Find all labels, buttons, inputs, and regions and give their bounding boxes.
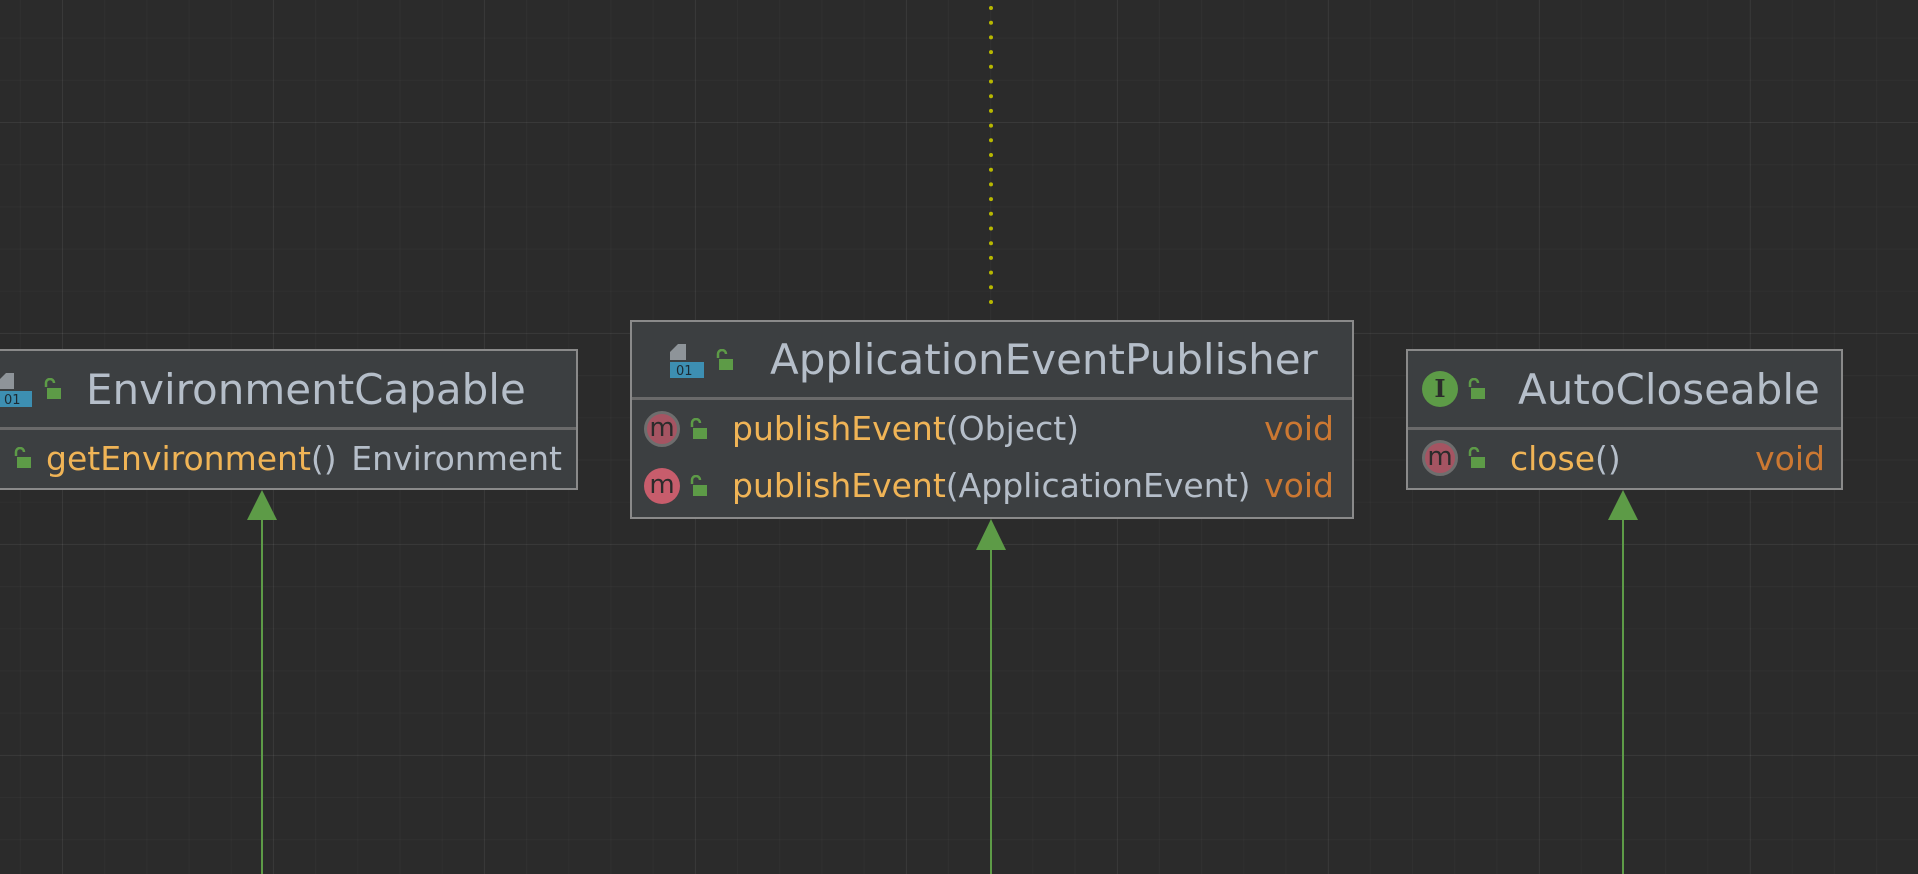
method-row[interactable]: getEnvironment () Environment bbox=[0, 430, 576, 486]
method-row[interactable]: m publishEvent (ApplicationEvent) void bbox=[632, 457, 1352, 514]
method-params: () bbox=[1595, 438, 1621, 478]
abstract-method-icon: m bbox=[1422, 440, 1458, 476]
method-row[interactable]: m close () void bbox=[1408, 430, 1841, 486]
method-name: publishEvent bbox=[732, 409, 946, 448]
method-return-type: void bbox=[1264, 409, 1334, 448]
svg-text:01: 01 bbox=[4, 393, 21, 408]
interface-file-icon: 01 bbox=[666, 340, 706, 380]
node-applicationeventpublisher[interactable]: 01 ApplicationEventPublisher m publishEv… bbox=[630, 320, 1354, 519]
method-params: (Object) bbox=[945, 409, 1080, 448]
node-header: 01 EnvironmentCapable bbox=[0, 351, 576, 430]
method-name: publishEvent bbox=[732, 466, 946, 505]
method-params: () bbox=[310, 438, 337, 478]
node-header: 01 ApplicationEventPublisher bbox=[632, 322, 1352, 400]
public-lock-icon bbox=[714, 348, 734, 371]
node-title: AutoCloseable bbox=[1518, 364, 1820, 414]
node-header: I AutoCloseable bbox=[1408, 351, 1841, 430]
inheritance-edge-autocloseable bbox=[1608, 490, 1638, 874]
public-lock-icon bbox=[42, 377, 62, 400]
node-autocloseable[interactable]: I AutoCloseable m close () void bbox=[1406, 349, 1843, 490]
inheritance-edge-environmentcapable bbox=[247, 490, 277, 874]
method-return-type: void bbox=[1755, 438, 1825, 478]
public-lock-icon bbox=[1466, 446, 1486, 469]
public-lock-icon bbox=[12, 446, 32, 469]
method-params: (ApplicationEvent) bbox=[945, 466, 1251, 505]
method-return-type: Environment bbox=[351, 438, 562, 478]
method-icon: m bbox=[644, 467, 680, 504]
abstract-method-icon: m bbox=[644, 410, 680, 447]
node-title: EnvironmentCapable bbox=[86, 364, 526, 414]
node-title: ApplicationEventPublisher bbox=[770, 335, 1318, 384]
inheritance-edge-applicationeventpublisher bbox=[976, 519, 1006, 874]
node-environmentcapable[interactable]: 01 EnvironmentCapable getEnvironment () … bbox=[0, 349, 578, 490]
interface-icon: I bbox=[1422, 371, 1458, 407]
public-lock-icon bbox=[1466, 377, 1486, 400]
method-name: getEnvironment bbox=[46, 438, 311, 478]
public-lock-icon bbox=[688, 417, 708, 440]
method-row[interactable]: m publishEvent (Object) void bbox=[632, 400, 1352, 457]
method-return-type: void bbox=[1264, 466, 1334, 505]
svg-text:01: 01 bbox=[676, 364, 693, 379]
method-name: close bbox=[1510, 438, 1595, 478]
interface-file-icon: 01 bbox=[0, 369, 34, 409]
public-lock-icon bbox=[688, 474, 708, 497]
